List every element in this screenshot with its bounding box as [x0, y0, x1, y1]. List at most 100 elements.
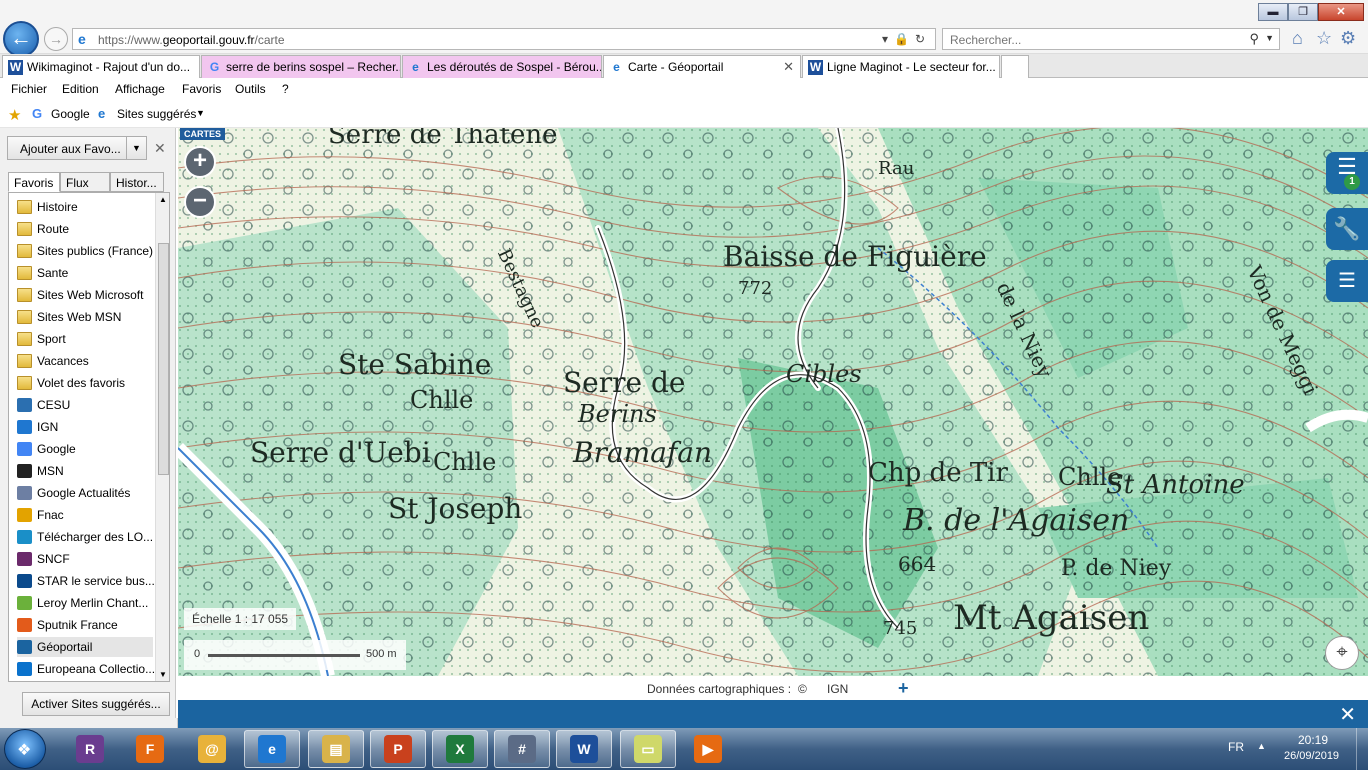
favorite-item[interactable]: Sport: [17, 329, 153, 349]
favorite-item[interactable]: Sites Web MSN: [17, 307, 153, 327]
download-icon: [17, 530, 32, 544]
favorite-item[interactable]: Leroy Merlin Chant...: [17, 593, 153, 613]
new-tab-button[interactable]: [1001, 55, 1029, 78]
menu-fichier[interactable]: Fichier: [11, 82, 47, 96]
gear-icon[interactable]: ⚙: [1340, 28, 1356, 49]
favorite-item[interactable]: SNCF: [17, 549, 153, 569]
favorite-item[interactable]: MSN: [17, 461, 153, 481]
search-field[interactable]: ⚲ ▼: [942, 28, 1280, 50]
tray-expand-icon[interactable]: ▲: [1257, 741, 1266, 751]
ie-page-icon: e: [78, 31, 86, 47]
favorite-item[interactable]: Sites publics (France): [17, 241, 153, 261]
lock-icon[interactable]: 🔒: [894, 32, 915, 46]
legend-button[interactable]: ☰: [1326, 260, 1368, 302]
favorite-item[interactable]: Histoire: [17, 197, 153, 217]
favorite-item[interactable]: IGN: [17, 417, 153, 437]
show-desktop-button[interactable]: [1356, 728, 1368, 770]
layers-button[interactable]: ☰ 1: [1326, 152, 1368, 194]
menu-favoris[interactable]: Favoris: [182, 82, 221, 96]
language-indicator[interactable]: FR: [1228, 740, 1244, 754]
favorites-star-icon[interactable]: ★: [8, 106, 21, 124]
tab-flux[interactable]: Flux: [60, 172, 110, 192]
tab-deroutes-sospel[interactable]: e Les déroutés de Sospel - Bérou...: [402, 55, 602, 78]
menu-edition[interactable]: Edition: [62, 82, 99, 96]
attribution-provider[interactable]: IGN: [827, 682, 848, 696]
taskbar-app-firefox[interactable]: F: [122, 730, 178, 768]
clock-time[interactable]: 20:19: [1298, 733, 1328, 747]
map-canvas[interactable]: Serre de Thatène Rau Baisse de Figuière 772…: [178, 128, 1368, 676]
search-icon[interactable]: ⚲: [1249, 31, 1259, 47]
favorite-item[interactable]: STAR le service bus...: [17, 571, 155, 591]
taskbar-app-media-player[interactable]: ▶: [680, 730, 736, 768]
folder-icon: [17, 354, 32, 368]
menu-affichage[interactable]: Affichage: [115, 82, 165, 96]
tab-ligne-maginot[interactable]: W Ligne Maginot - Le secteur for...: [802, 55, 1000, 78]
taskbar-app-powerpoint[interactable]: P: [370, 730, 426, 768]
chevron-down-icon[interactable]: ▼: [196, 108, 205, 118]
back-button[interactable]: ←: [3, 21, 39, 57]
scrollbar[interactable]: ▲ ▼: [155, 193, 169, 681]
favorite-item[interactable]: Fnac: [17, 505, 153, 525]
taskbar-app-word[interactable]: W: [556, 730, 612, 768]
expand-attribution-icon[interactable]: +: [898, 678, 909, 699]
home-icon[interactable]: ⌂: [1292, 28, 1303, 49]
restore-button[interactable]: ❐: [1288, 3, 1318, 21]
ie-icon: e: [613, 60, 620, 74]
minimize-button[interactable]: ▬: [1258, 3, 1288, 21]
zoom-in-button[interactable]: +: [184, 146, 216, 178]
chevron-down-icon[interactable]: ▼: [1265, 33, 1274, 43]
activate-suggested-sites-button[interactable]: Activer Sites suggérés...: [22, 692, 170, 716]
close-window-button[interactable]: ✕: [1318, 3, 1364, 21]
menu-help[interactable]: ?: [282, 82, 289, 96]
taskbar-app-file-explorer[interactable]: ▤: [308, 730, 364, 768]
taskbar-app-sticky-notes[interactable]: ▭: [620, 730, 676, 768]
forward-button[interactable]: →: [44, 27, 68, 51]
dropdown-icon[interactable]: ▾: [882, 32, 894, 46]
zoom-out-button[interactable]: −: [184, 186, 216, 218]
favorite-item[interactable]: Volet des favoris: [17, 373, 153, 393]
favorite-item[interactable]: Sites Web Microsoft: [17, 285, 153, 305]
scrollbar-thumb[interactable]: [158, 243, 169, 475]
tab-wikimaginot[interactable]: W Wikimaginot - Rajout d'un do...: [2, 55, 200, 78]
search-input[interactable]: [950, 33, 1230, 47]
start-button[interactable]: ❖: [4, 729, 46, 769]
scroll-down-icon[interactable]: ▼: [159, 670, 167, 679]
tools-button[interactable]: 🔧: [1326, 208, 1368, 250]
refresh-icon[interactable]: ↻: [915, 32, 931, 46]
chevron-down-icon[interactable]: ▼: [126, 137, 146, 159]
favorite-item[interactable]: CESU: [17, 395, 153, 415]
star-icon[interactable]: ☆: [1316, 28, 1332, 49]
address-tools[interactable]: ▾🔒↻: [882, 32, 931, 46]
geolocate-button[interactable]: ⌖: [1325, 636, 1359, 670]
menu-outils[interactable]: Outils: [235, 82, 266, 96]
taskbar-app-mail[interactable]: @: [184, 730, 240, 768]
favorite-item[interactable]: Télécharger des LO...: [17, 527, 153, 547]
tab-geoportail[interactable]: e Carte - Géoportail ✕: [603, 55, 801, 78]
favorite-label: Fnac: [37, 508, 64, 522]
favbar-google[interactable]: Google: [51, 107, 90, 121]
taskbar-app-calculator[interactable]: #: [494, 730, 550, 768]
taskbar-app-internet-explorer[interactable]: e: [244, 730, 300, 768]
favbar-suggested-sites[interactable]: Sites suggérés: [117, 107, 196, 121]
clock-date[interactable]: 26/09/2019: [1284, 750, 1339, 762]
favorite-item[interactable]: Vacances: [17, 351, 153, 371]
tab-historique[interactable]: Histor...: [110, 172, 164, 192]
sncf-icon: [17, 552, 32, 566]
favorite-item[interactable]: Sputnik France: [17, 615, 153, 635]
close-pane-icon[interactable]: ✕: [154, 140, 166, 157]
taskbar-app-excel[interactable]: X: [432, 730, 488, 768]
favorite-item[interactable]: Google Actualités: [17, 483, 153, 503]
close-tab-icon[interactable]: ✕: [783, 59, 794, 75]
favorite-item[interactable]: Europeana Collectio...: [17, 659, 155, 679]
tab-google-search[interactable]: G serre de berins sospel – Recher...: [201, 55, 401, 78]
favorite-item[interactable]: Sante: [17, 263, 153, 283]
favorite-item[interactable]: Google: [17, 439, 153, 459]
address-field[interactable]: e https://www.geoportail.gouv.fr/carte ▾…: [72, 28, 936, 50]
close-icon[interactable]: ✕: [1339, 702, 1356, 727]
add-to-favorites-button[interactable]: Ajouter aux Favo... ▼: [7, 136, 147, 160]
favorite-item[interactable]: Route: [17, 219, 153, 239]
taskbar-app-winrar[interactable]: R: [62, 730, 118, 768]
scroll-up-icon[interactable]: ▲: [159, 195, 167, 204]
tab-favoris[interactable]: Favoris: [8, 172, 60, 192]
favorite-item[interactable]: Géoportail: [17, 637, 153, 657]
